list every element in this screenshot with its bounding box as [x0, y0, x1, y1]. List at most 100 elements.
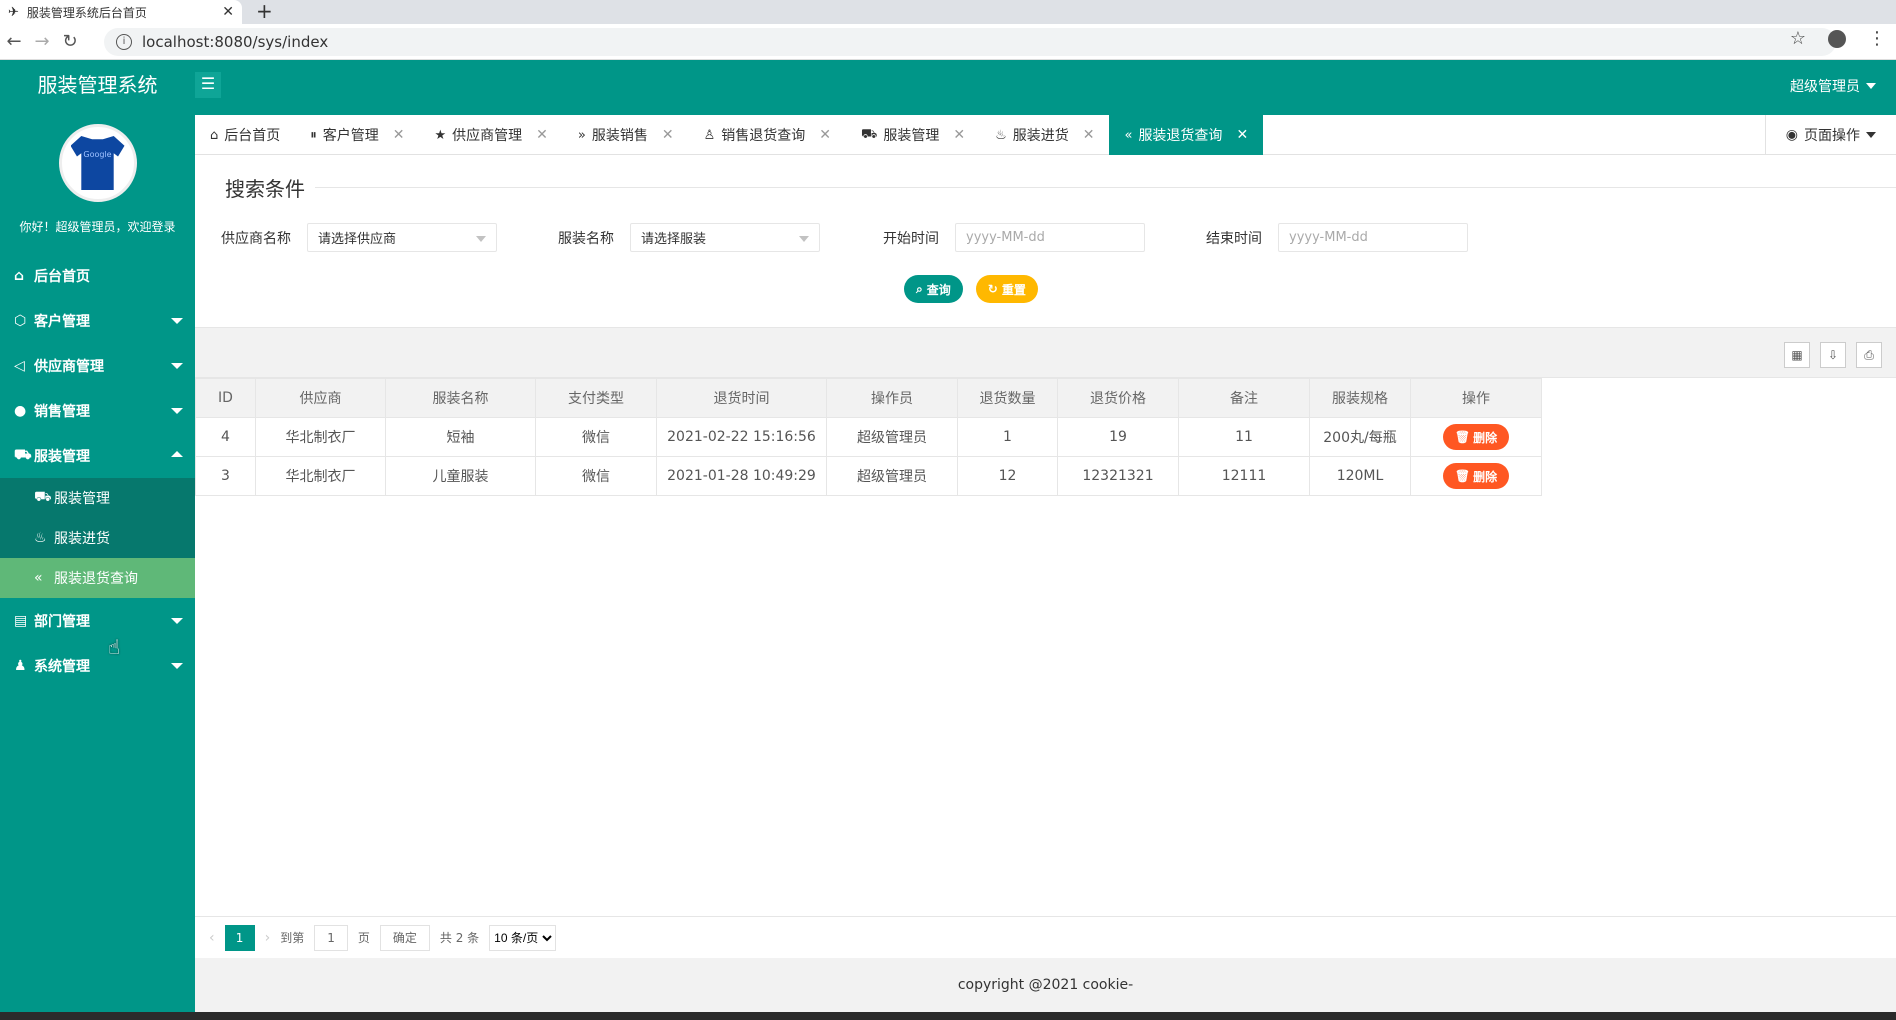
table-row: 3 华北制衣厂 儿童服装 微信 2021-01-28 10:49:29 超级管理…: [195, 456, 1542, 496]
sidebar-item-clothing[interactable]: ⛟ 服装管理: [0, 433, 195, 478]
speaker-icon: ◁: [14, 357, 25, 374]
chevron-down-icon: [1866, 132, 1876, 138]
url-text: localhost:8080/sys/index: [142, 32, 329, 51]
goto-page-input[interactable]: 1: [314, 924, 348, 951]
chevron-down-icon: [171, 663, 183, 669]
tab-customers[interactable]: ⏸ 客户管理 ✕: [295, 115, 419, 155]
table-cell: 12321321: [1057, 456, 1179, 496]
query-button[interactable]: ⌕ 查询: [904, 275, 963, 303]
table-cell: 超级管理员: [826, 456, 958, 496]
status-bar: [0, 1012, 1896, 1020]
tab-clothing-return[interactable]: «服装退货查询 ✕: [1109, 115, 1264, 155]
table-cell: 🗑 删除: [1410, 456, 1542, 496]
delete-button[interactable]: 🗑 删除: [1442, 463, 1510, 489]
next-page-icon[interactable]: ›: [265, 930, 271, 946]
column-header: 支付类型: [535, 378, 657, 418]
column-header: 服装名称: [385, 378, 536, 418]
sidebar-menu: ⌂ 后台首页 ⬡ 客户管理 ◁ 供应商管理 ● 销售管理 ⛟ 服装管理 ⛟ 服装管理 ♨ 服装…: [0, 253, 195, 688]
submenu-item-clothing-purchase[interactable]: ♨ 服装进货: [0, 518, 195, 558]
reset-button[interactable]: ↻ 重置: [975, 275, 1038, 303]
table-header-row: ID 供应商 服装名称 支付类型 退货时间 操作员 退货数量 退货价格 备注 服…: [195, 378, 1542, 418]
tab-clothing-purchase[interactable]: ♨ 服装进货 ✕: [980, 115, 1109, 155]
goto-confirm-button[interactable]: 确定: [379, 924, 430, 951]
pause-icon: ⏸: [310, 127, 317, 143]
start-time-label: 开始时间: [883, 230, 939, 247]
table-cell: 19: [1057, 417, 1179, 457]
chevron-down-icon: [799, 236, 809, 242]
chevron-up-icon: [171, 451, 183, 457]
browser-tab-title: 服装管理系统后台首页: [26, 5, 147, 20]
home-icon: ⌂: [210, 127, 219, 143]
close-icon[interactable]: ✕: [819, 127, 831, 143]
chevron-down-icon: [171, 318, 183, 324]
prev-page-icon[interactable]: ‹: [209, 930, 215, 946]
supplier-label: 供应商名称: [221, 230, 291, 247]
close-icon[interactable]: ✕: [953, 127, 965, 143]
menu-toggle-button[interactable]: ☰: [195, 72, 221, 98]
address-bar: ← → ↻ i localhost:8080/sys/index ☆ ⋮: [0, 24, 1896, 60]
table-cell: 微信: [535, 417, 657, 457]
cube-icon: ⬡: [14, 312, 27, 329]
profile-icon[interactable]: [1828, 29, 1846, 48]
tab-suppliers[interactable]: ★ 供应商管理 ✕: [420, 115, 563, 155]
table-cell: 儿童服装: [385, 456, 536, 496]
sidebar-item-home[interactable]: ⌂ 后台首页: [0, 253, 195, 298]
menu-dots-icon[interactable]: ⋮: [1868, 28, 1886, 49]
close-icon[interactable]: ✕: [1083, 127, 1095, 143]
table-cell: 3: [195, 456, 256, 496]
submenu-item-clothing-return[interactable]: «服装退货查询: [0, 558, 195, 598]
print-icon[interactable]: ⎙: [1856, 342, 1882, 368]
double-left-icon: «: [34, 570, 43, 586]
close-icon[interactable]: ✕: [662, 127, 674, 143]
table-toolbar: ▦ ⇩ ⎙: [195, 328, 1896, 378]
clothing-select[interactable]: 请选择服装: [630, 223, 820, 252]
tab-home[interactable]: ⌂ 后台首页: [195, 115, 295, 155]
submenu-item-clothing-manage[interactable]: ⛟ 服装管理: [0, 478, 195, 518]
url-field[interactable]: i localhost:8080/sys/index: [104, 27, 1836, 56]
star-icon[interactable]: ☆: [1790, 28, 1806, 49]
table-cell: 超级管理员: [826, 417, 958, 457]
sidebar: 服装管理系统 Google 你好！超级管理员，欢迎登录 ⌂ 后台首页 ⬡ 客户管理 …: [0, 60, 195, 1012]
cart-icon: ⛟: [34, 489, 52, 505]
close-icon[interactable]: ✕: [1236, 127, 1248, 143]
info-icon[interactable]: i: [116, 33, 132, 50]
tab-clothing-manage[interactable]: ⛟ 服装管理 ✕: [846, 115, 980, 155]
reload-icon[interactable]: ↻: [56, 31, 84, 52]
per-page-select[interactable]: 10 条/页: [489, 924, 557, 951]
page-operations-menu[interactable]: ◉ 页面操作: [1764, 115, 1896, 155]
table-cell: 1: [957, 417, 1058, 457]
tab-sales-return[interactable]: ♙ 销售退货查询 ✕: [689, 115, 846, 155]
star-icon: ★: [434, 127, 447, 143]
sidebar-item-system[interactable]: ♟ 系统管理: [0, 643, 195, 688]
sidebar-item-suppliers[interactable]: ◁ 供应商管理: [0, 343, 195, 388]
sidebar-item-customers[interactable]: ⬡ 客户管理: [0, 298, 195, 343]
close-icon[interactable]: ✕: [536, 127, 548, 143]
building-icon: ▤: [14, 612, 28, 629]
goto-label: 到第: [280, 931, 305, 945]
start-time-input[interactable]: yyyy-MM-dd: [955, 223, 1145, 252]
sidebar-item-departments[interactable]: ▤ 部门管理: [0, 598, 195, 643]
columns-filter-icon[interactable]: ▦: [1784, 342, 1810, 368]
end-time-input[interactable]: yyyy-MM-dd: [1278, 223, 1468, 252]
close-icon[interactable]: ✕: [393, 127, 405, 143]
page-tabs: ⌂ 后台首页 ⏸ 客户管理 ✕ ★ 供应商管理 ✕ » 服装销售 ✕ ♙ 销售退货查询 ✕ ⛟ 服装…: [195, 115, 1896, 155]
page-number-current[interactable]: 1: [224, 924, 255, 951]
supplier-select[interactable]: 请选择供应商: [307, 223, 497, 252]
new-tab-button[interactable]: +: [256, 0, 273, 24]
back-icon[interactable]: ←: [0, 31, 28, 52]
table-cell: 🗑 删除: [1410, 417, 1542, 457]
table-row: 4 华北制衣厂 短袖 微信 2021-02-22 15:16:56 超级管理员 …: [195, 417, 1542, 457]
tab-clothing-sales[interactable]: » 服装销售 ✕: [563, 115, 689, 155]
sidebar-item-sales[interactable]: ● 销售管理: [0, 388, 195, 433]
close-tab-icon[interactable]: ✕: [222, 4, 234, 20]
forward-icon[interactable]: →: [28, 31, 56, 52]
column-header: 服装规格: [1309, 378, 1411, 418]
delete-button[interactable]: 🗑 删除: [1442, 424, 1510, 450]
main-content: 搜索条件 供应商名称 请选择供应商 服装名称 请选择服装 开始时间 yyyy-M…: [195, 155, 1896, 1012]
admin-menu[interactable]: 超级管理员: [1790, 76, 1876, 96]
export-icon[interactable]: ⇩: [1820, 342, 1846, 368]
target-icon: ◉: [1785, 127, 1798, 143]
table-cell: 200丸/每瓶: [1309, 417, 1411, 457]
table-cell: 2021-01-28 10:49:29: [656, 456, 827, 496]
browser-tab[interactable]: ✈ 服装管理系统后台首页 ✕: [0, 0, 242, 24]
